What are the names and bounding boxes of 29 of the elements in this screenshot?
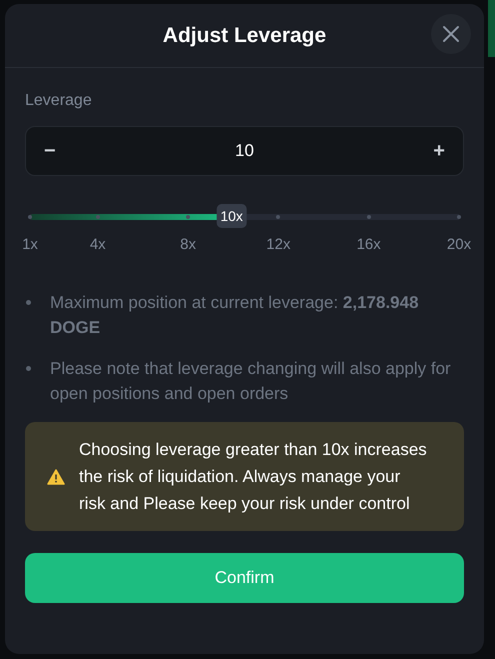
tick-dot bbox=[457, 215, 461, 219]
bullet-icon bbox=[26, 366, 31, 371]
warning-text: Choosing leverage greater than 10x increases the risk of liquidation. Always manage your risk and Please keep your risk under control bbox=[79, 439, 428, 515]
tick-dot bbox=[96, 215, 100, 219]
tick-dot bbox=[366, 215, 371, 219]
decrement-button[interactable]: − bbox=[36, 140, 64, 162]
tick-label: 4x bbox=[90, 236, 106, 253]
close-icon bbox=[442, 25, 460, 43]
bullet-icon bbox=[26, 300, 31, 305]
slider-thumb[interactable]: 10x bbox=[216, 204, 247, 228]
tick-label: 1x bbox=[22, 236, 38, 253]
tick-label: 8x bbox=[180, 236, 196, 253]
warning-icon bbox=[47, 468, 65, 484]
tick-label: 12x bbox=[266, 236, 290, 253]
increment-button[interactable]: + bbox=[425, 140, 453, 162]
background-panel bbox=[488, 0, 495, 57]
tick-dot bbox=[276, 215, 280, 219]
slider-track[interactable]: 10x bbox=[30, 204, 459, 230]
leverage-value: 10 bbox=[235, 141, 254, 161]
tick-label: 20x bbox=[446, 236, 472, 253]
tick-dot bbox=[28, 215, 32, 219]
note-text: Please note that leverage changing will also apply for open positions and open orders bbox=[50, 358, 452, 405]
tick-dot bbox=[186, 215, 190, 219]
dialog-title: Adjust Leverage bbox=[162, 24, 326, 48]
leverage-field[interactable]: − 10 + bbox=[25, 126, 464, 176]
leverage-label: Leverage bbox=[25, 92, 93, 110]
note-text: Maximum position at current leverage: 2,178.948 DOGE bbox=[50, 292, 420, 339]
tick-label: 16x bbox=[356, 236, 381, 253]
close-button[interactable] bbox=[431, 14, 471, 54]
